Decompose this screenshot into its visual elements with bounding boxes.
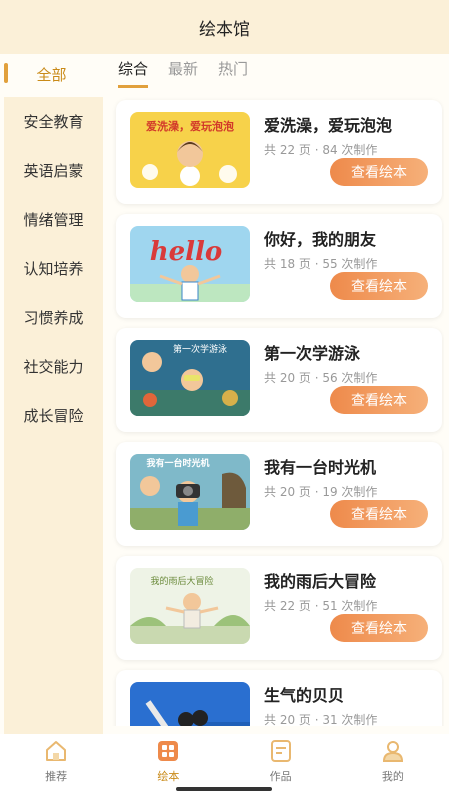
sidebar-item-all[interactable]: 全部 (0, 54, 103, 94)
top-bar: 绘本馆 (0, 0, 449, 54)
sidebar-item-label: 成长冒险 (23, 407, 84, 425)
book-list: 爱洗澡，爱玩泡泡 爱洗澡，爱玩泡泡 共 22 页 · 84 次制作 查看绘本 h… (112, 96, 444, 726)
book-title: 爱洗澡，爱玩泡泡 (264, 116, 393, 135)
sidebar-item-label: 认知培养 (23, 260, 84, 278)
book-title: 第一次学游泳 (264, 344, 361, 363)
book-card[interactable]: 爱洗澡，爱玩泡泡 爱洗澡，爱玩泡泡 共 22 页 · 84 次制作 查看绘本 (116, 100, 442, 204)
book-cover: 爱洗澡，爱玩泡泡 (130, 112, 250, 188)
home-indicator[interactable] (176, 787, 272, 791)
home-icon (46, 741, 67, 761)
page-title: 绘本馆 (199, 19, 250, 40)
book-cover (130, 682, 250, 726)
sidebar-item-social[interactable]: 社交能力 (4, 342, 103, 391)
sidebar-item-label: 社交能力 (23, 358, 84, 376)
nav-label: 作品 (269, 770, 292, 783)
picture-book-icon (158, 741, 179, 761)
sidebar-item-adventure[interactable]: 成长冒险 (4, 391, 103, 440)
nav-label: 绘本 (157, 770, 180, 783)
book-title: 生气的贝贝 (264, 686, 345, 705)
book-meta: 共 20 页 · 56 次制作 (264, 371, 378, 385)
book-meta: 共 20 页 · 31 次制作 (264, 713, 378, 726)
book-info: 爱洗澡，爱玩泡泡 共 22 页 · 84 次制作 (264, 112, 436, 158)
view-book-button[interactable]: 查看绘本 (330, 614, 428, 642)
book-info: 生气的贝贝 共 20 页 · 31 次制作 (264, 682, 436, 726)
works-icon (270, 740, 291, 762)
sidebar-item-label: 情绪管理 (23, 211, 84, 229)
book-meta: 共 22 页 · 84 次制作 (264, 143, 378, 157)
book-cover: hello (130, 226, 250, 302)
sidebar-item-safety[interactable]: 安全教育 (4, 97, 103, 146)
sidebar-item-english[interactable]: 英语启蒙 (4, 146, 103, 195)
nav-label: 我的 (381, 770, 404, 783)
tab-latest[interactable]: 最新 (168, 58, 198, 88)
book-card[interactable]: 我有一台时光机 我有一台时光机 共 20 页 · 19 次制作 查看绘本 (116, 442, 442, 546)
cover-title: 第一次学游泳 (173, 343, 227, 355)
category-sidebar: 全部 安全教育 英语启蒙 情绪管理 认知培养 习惯养成 社交能力 成长冒险 (0, 54, 103, 734)
sidebar-list: 安全教育 英语启蒙 情绪管理 认知培养 习惯养成 社交能力 成长冒险 (4, 97, 103, 734)
nav-label: 推荐 (45, 770, 68, 783)
book-title: 你好，我的朋友 (264, 230, 377, 249)
sidebar-item-cognition[interactable]: 认知培养 (4, 244, 103, 293)
sidebar-item-label: 英语启蒙 (23, 162, 84, 180)
book-info: 第一次学游泳 共 20 页 · 56 次制作 (264, 340, 436, 386)
book-meta: 共 18 页 · 55 次制作 (264, 257, 378, 271)
book-cover: 我的雨后大冒险 (130, 568, 250, 644)
sidebar-item-label: 习惯养成 (23, 309, 84, 327)
cover-title: 我的雨后大冒险 (150, 575, 213, 587)
book-card[interactable]: 生气的贝贝 共 20 页 · 31 次制作 (116, 670, 442, 726)
book-info: 我的雨后大冒险 共 22 页 · 51 次制作 (264, 568, 436, 614)
view-book-button[interactable]: 查看绘本 (330, 272, 428, 300)
book-meta: 共 22 页 · 51 次制作 (264, 599, 378, 613)
active-indicator (4, 63, 8, 83)
cover-title: hello (150, 237, 223, 267)
nav-profile[interactable]: 我的 (353, 738, 433, 800)
sidebar-item-label: 安全教育 (23, 113, 84, 131)
tab-comprehensive[interactable]: 综合 (118, 58, 149, 88)
cover-title: 爱洗澡，爱玩泡泡 (146, 119, 234, 133)
profile-icon (382, 741, 403, 762)
book-card[interactable]: 我的雨后大冒险 我的雨后大冒险 共 22 页 · 51 次制作 查看绘本 (116, 556, 442, 660)
view-book-button[interactable]: 查看绘本 (330, 158, 428, 186)
sort-tabs: 综合 最新 热门 (118, 58, 248, 88)
view-book-button[interactable]: 查看绘本 (330, 386, 428, 414)
view-book-button[interactable]: 查看绘本 (330, 500, 428, 528)
book-cover: 第一次学游泳 (130, 340, 250, 416)
book-title: 我有一台时光机 (264, 458, 377, 477)
book-cover: 我有一台时光机 (130, 454, 250, 530)
sidebar-item-habits[interactable]: 习惯养成 (4, 293, 103, 342)
book-info: 我有一台时光机 共 20 页 · 19 次制作 (264, 454, 436, 500)
book-card[interactable]: 第一次学游泳 第一次学游泳 共 20 页 · 56 次制作 查看绘本 (116, 328, 442, 432)
book-info: 你好，我的朋友 共 18 页 · 55 次制作 (264, 226, 436, 272)
book-card[interactable]: hello 你好，我的朋友 共 18 页 · 55 次制作 查看绘本 (116, 214, 442, 318)
tab-popular[interactable]: 热门 (218, 58, 248, 88)
book-meta: 共 20 页 · 19 次制作 (264, 485, 378, 499)
sidebar-item-label: 全部 (36, 65, 67, 84)
book-title: 我的雨后大冒险 (264, 572, 377, 591)
nav-recommend[interactable]: 推荐 (16, 738, 96, 800)
sidebar-item-emotion[interactable]: 情绪管理 (4, 195, 103, 244)
cover-title: 我有一台时光机 (146, 457, 209, 469)
